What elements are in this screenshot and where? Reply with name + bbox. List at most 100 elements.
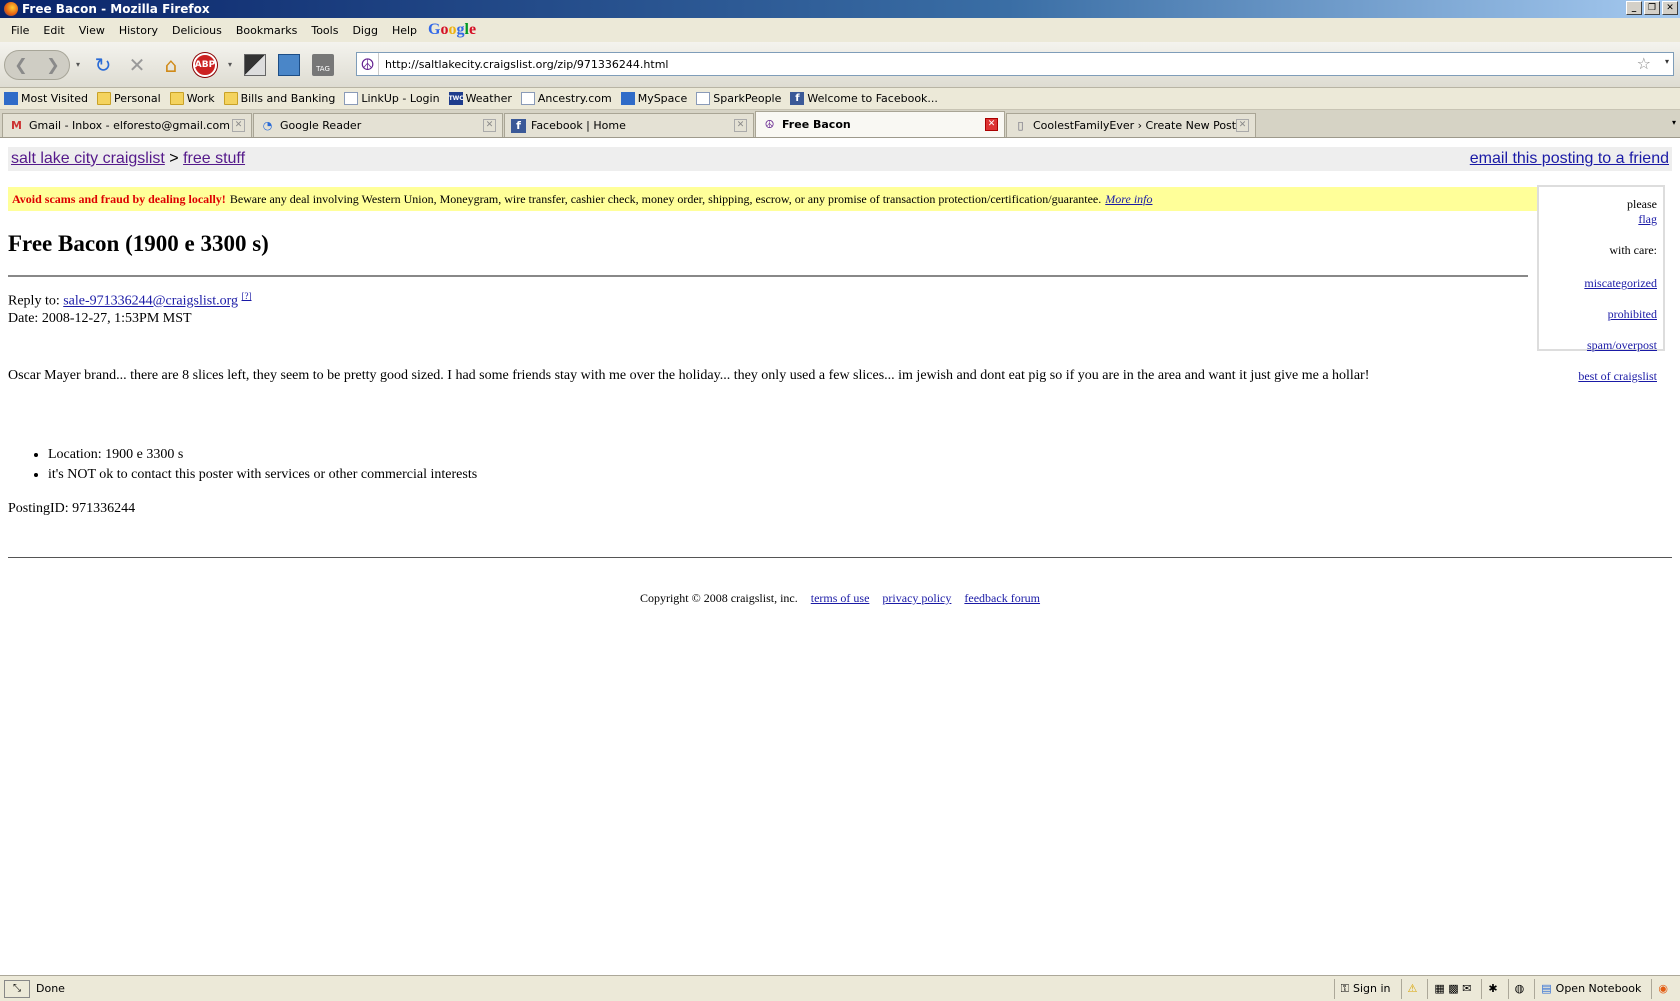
forward-arrow-icon[interactable]: ❯: [46, 55, 59, 74]
close-tab-icon[interactable]: ✕: [232, 119, 245, 132]
tab-google-reader[interactable]: ◔ Google Reader ✕: [253, 113, 503, 137]
flag-spam-link[interactable]: spam/overpost: [1545, 338, 1657, 353]
flag-miscategorized-link[interactable]: miscategorized: [1545, 276, 1657, 291]
status-bar: ⤡ Done ⚿ Sign in ⚠ ▦ ▩ ✉ ✱ ◍ ▤ Open Notebo…: [0, 975, 1680, 1001]
menu-edit[interactable]: Edit: [36, 24, 71, 37]
stop-icon[interactable]: ✕: [122, 50, 152, 80]
resize-icon: ⤡: [4, 979, 30, 998]
terms-of-use-link[interactable]: terms of use: [811, 591, 870, 605]
menu-help[interactable]: Help: [385, 24, 424, 37]
reply-email-link[interactable]: sale-971336244@craigslist.org: [63, 294, 238, 309]
posting-body: Oscar Mayer brand... there are 8 slices …: [8, 368, 1370, 383]
page-footer: Copyright © 2008 craigslist, inc. terms …: [0, 591, 1680, 606]
menu-bar: File Edit View History Delicious Bookmar…: [0, 18, 1680, 42]
tab-facebook[interactable]: f Facebook | Home ✕: [504, 113, 754, 137]
flag-best-of-link[interactable]: best of craigslist: [1545, 369, 1657, 384]
page-icon: [344, 92, 359, 105]
location-attribute: Location: 1900 e 3300 s: [48, 447, 477, 463]
page-icon: [520, 92, 535, 105]
close-tab-icon[interactable]: ✕: [1236, 119, 1249, 132]
flag-box: please flag with care: miscategorized pr…: [1537, 185, 1665, 383]
tab-gmail[interactable]: M Gmail - Inbox - elforesto@gmail.com ✕: [2, 113, 252, 137]
close-window-button[interactable]: ✕: [1662, 1, 1678, 15]
breadcrumb-site-link[interactable]: salt lake city craigslist: [11, 150, 165, 167]
window-title: Free Bacon - Mozilla Firefox: [22, 2, 210, 16]
history-dropdown-icon[interactable]: ▾: [72, 50, 84, 80]
settings-icon[interactable]: ✱: [1481, 978, 1503, 999]
minimize-button[interactable]: _: [1626, 1, 1642, 15]
menu-view[interactable]: View: [72, 24, 112, 37]
adblock-dropdown-icon[interactable]: ▾: [224, 50, 236, 80]
sign-in-button[interactable]: ⚿ Sign in: [1333, 978, 1397, 999]
menu-delicious[interactable]: Delicious: [165, 24, 229, 37]
privacy-policy-link[interactable]: privacy policy: [882, 591, 951, 605]
breadcrumb-separator: >: [164, 150, 184, 167]
email-friend-link[interactable]: email this posting to a friend: [1470, 150, 1669, 168]
google-toolbar-logo[interactable]: Google: [428, 21, 476, 39]
contact-policy-attribute: it's NOT ok to contact this poster with …: [48, 467, 477, 483]
bookmark-most-visited[interactable]: Most Visited: [4, 92, 88, 105]
facebook-icon: f: [511, 118, 526, 133]
back-arrow-icon[interactable]: ❮: [14, 55, 27, 74]
tab-coolestfamilyever[interactable]: ▯ CoolestFamilyEver › Create New Post ..…: [1006, 113, 1256, 137]
bookmark-star-icon[interactable]: ☆: [1637, 54, 1651, 73]
navigation-toolbar: ❮ ❯ ▾ ↻ ✕ ⌂ ABP ▾ TAG ☮ http://saltlakec…: [0, 42, 1680, 88]
menu-bookmarks[interactable]: Bookmarks: [229, 24, 304, 37]
close-tab-icon[interactable]: ✕: [483, 119, 496, 132]
posting-attributes: Location: 1900 e 3300 s it's NOT ok to c…: [48, 447, 477, 487]
tag-toolbar-icon[interactable]: TAG: [308, 50, 338, 80]
close-tab-icon[interactable]: ✕: [985, 118, 998, 131]
breadcrumb-section-link[interactable]: free stuff: [183, 150, 245, 167]
firefox-status-icon[interactable]: ◉: [1651, 978, 1674, 999]
status-tools-icons[interactable]: ▦ ▩ ✉: [1427, 978, 1477, 999]
adblock-button[interactable]: ABP: [190, 50, 220, 80]
bookmark-myspace[interactable]: MySpace: [620, 92, 687, 105]
more-info-link[interactable]: More info: [1105, 192, 1152, 207]
bookmark-sparkpeople[interactable]: SparkPeople: [696, 92, 781, 105]
bookmark-ancestry[interactable]: Ancestry.com: [520, 92, 612, 105]
most-visited-icon: [4, 92, 18, 105]
flag-link[interactable]: flag: [1545, 212, 1657, 227]
weather-channel-icon: TWC: [448, 92, 464, 105]
open-notebook-button[interactable]: ▤ Open Notebook: [1534, 978, 1647, 999]
posting-title: Free Bacon (1900 e 3300 s): [8, 231, 269, 256]
scam-warning-heading: Avoid scams and fraud by dealing locally…: [12, 191, 226, 206]
bookmark-work[interactable]: Work: [169, 92, 215, 105]
tab-list-dropdown-icon[interactable]: ▾: [1672, 118, 1676, 127]
tab-free-bacon[interactable]: ☮ Free Bacon ✕: [755, 111, 1005, 137]
folder-icon: [169, 92, 184, 105]
reply-to: Reply to: sale-971336244@craigslist.org …: [8, 291, 252, 309]
warning-icon[interactable]: ⚠: [1400, 978, 1424, 999]
adblock-icon: ABP: [193, 52, 217, 77]
bookmark-weather[interactable]: TWC Weather: [448, 92, 512, 105]
menu-digg[interactable]: Digg: [345, 24, 385, 37]
bookmark-personal[interactable]: Personal: [96, 92, 161, 105]
reload-icon[interactable]: ↻: [88, 50, 118, 80]
menu-file[interactable]: File: [4, 24, 36, 37]
page-icon: ▯: [1017, 119, 1024, 132]
bookmark-bills-banking[interactable]: Bills and Banking: [223, 92, 335, 105]
firefox-icon: [4, 2, 18, 16]
bookmark-linkup[interactable]: LinkUp - Login: [344, 92, 440, 105]
folder-icon: [223, 92, 238, 105]
feedback-forum-link[interactable]: feedback forum: [964, 591, 1040, 605]
bookmark-facebook[interactable]: f Welcome to Facebook...: [790, 92, 938, 105]
home-icon[interactable]: ⌂: [156, 50, 186, 80]
url-bar[interactable]: ☮ http://saltlakecity.craigslist.org/zip…: [356, 52, 1674, 76]
breadcrumb: salt lake city craigslist > free stuff e…: [8, 147, 1672, 171]
sidebar-toolbar-icon[interactable]: [274, 50, 304, 80]
url-dropdown-icon[interactable]: ▾: [1665, 57, 1669, 66]
back-forward-buttons: ❮ ❯: [4, 49, 70, 80]
folder-icon: [96, 92, 111, 105]
close-tab-icon[interactable]: ✕: [734, 119, 747, 132]
peace-sign-icon: ☮: [764, 118, 775, 131]
menu-tools[interactable]: Tools: [304, 24, 345, 37]
reply-help-link[interactable]: [?]: [242, 291, 252, 301]
posting-id: PostingID: 971336244: [8, 501, 136, 516]
globe-icon[interactable]: ◍: [1507, 978, 1531, 999]
tab-strip: M Gmail - Inbox - elforesto@gmail.com ✕ …: [0, 110, 1680, 138]
maximize-button[interactable]: ❐: [1644, 1, 1660, 15]
flag-prohibited-link[interactable]: prohibited: [1545, 307, 1657, 322]
grid-toolbar-icon[interactable]: [240, 50, 270, 80]
menu-history[interactable]: History: [112, 24, 165, 37]
